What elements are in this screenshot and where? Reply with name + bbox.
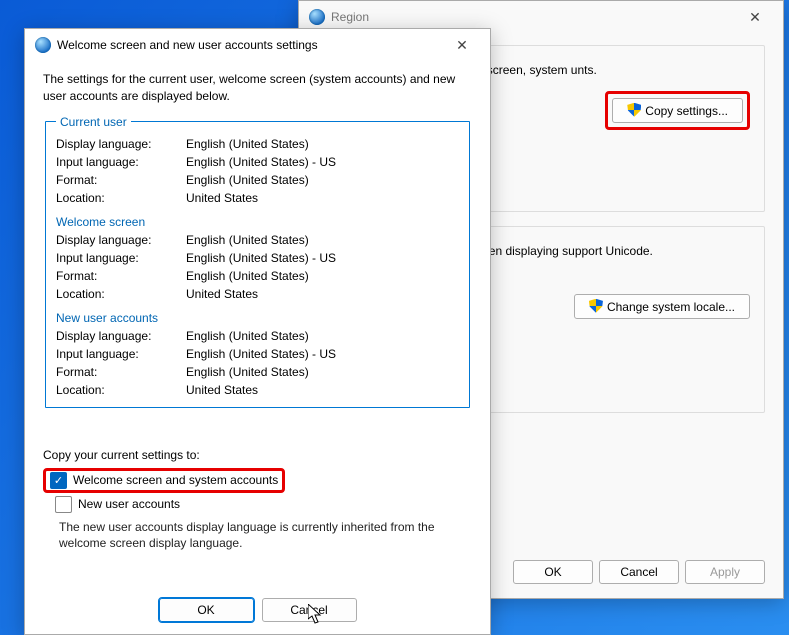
label-input-language: Input language: xyxy=(56,345,186,363)
change-system-locale-button[interactable]: Change system locale... xyxy=(574,294,750,319)
settings-body: The settings for the current user, welco… xyxy=(25,61,490,552)
label-format: Format: xyxy=(56,363,186,381)
label-display-language: Display language: xyxy=(56,327,186,345)
change-locale-label: Change system locale... xyxy=(607,300,735,314)
settings-ok-button[interactable]: OK xyxy=(159,598,254,622)
label-location: Location: xyxy=(56,381,186,399)
checkbox-new-user-accounts[interactable] xyxy=(55,496,72,513)
current-display-language: English (United States) xyxy=(186,135,459,153)
globe-icon xyxy=(35,37,51,53)
label-display-language: Display language: xyxy=(56,135,186,153)
current-input-language: English (United States) - US xyxy=(186,153,459,171)
label-format: Format: xyxy=(56,171,186,189)
inheritance-note: The new user accounts display language i… xyxy=(59,519,472,553)
label-format: Format: xyxy=(56,267,186,285)
current-location: United States xyxy=(186,189,459,207)
settings-cancel-button[interactable]: Cancel xyxy=(262,598,357,622)
label-location: Location: xyxy=(56,189,186,207)
current-format: English (United States) xyxy=(186,171,459,189)
welcome-format: English (United States) xyxy=(186,267,459,285)
globe-icon xyxy=(309,9,325,25)
settings-fieldset: Current user Display language:English (U… xyxy=(45,115,470,408)
copy-settings-label: Copy settings... xyxy=(645,104,728,118)
settings-footer: OK Cancel xyxy=(25,598,490,622)
newuser-table: Display language:English (United States)… xyxy=(56,327,459,399)
checkbox-welcome-label: Welcome screen and system accounts xyxy=(73,473,278,487)
section-newuser-head: New user accounts xyxy=(56,311,459,325)
checkbox-welcome-screen[interactable]: ✓ xyxy=(50,472,67,489)
settings-title: Welcome screen and new user accounts set… xyxy=(57,38,442,52)
close-icon[interactable]: ✕ xyxy=(735,3,775,31)
newuser-input-language: English (United States) - US xyxy=(186,345,459,363)
newuser-display-language: English (United States) xyxy=(186,327,459,345)
region-cancel-button[interactable]: Cancel xyxy=(599,560,679,584)
newuser-format: English (United States) xyxy=(186,363,459,381)
newuser-location: United States xyxy=(186,381,459,399)
settings-intro: The settings for the current user, welco… xyxy=(43,71,472,105)
label-input-language: Input language: xyxy=(56,249,186,267)
settings-window: Welcome screen and new user accounts set… xyxy=(24,28,491,635)
checkbox-newuser-label: New user accounts xyxy=(78,497,180,511)
highlight-check1: ✓ Welcome screen and system accounts xyxy=(43,468,285,493)
copy-settings-label: Copy your current settings to: xyxy=(43,448,472,462)
copy-settings-button[interactable]: Copy settings... xyxy=(612,98,743,123)
label-location: Location: xyxy=(56,285,186,303)
welcome-input-language: English (United States) - US xyxy=(186,249,459,267)
check-row-newuser: New user accounts xyxy=(55,496,472,513)
region-footer: OK Cancel Apply xyxy=(513,560,765,584)
label-display-language: Display language: xyxy=(56,231,186,249)
highlight-copy-settings: Copy settings... xyxy=(605,91,750,130)
region-ok-button[interactable]: OK xyxy=(513,560,593,584)
settings-titlebar: Welcome screen and new user accounts set… xyxy=(25,29,490,61)
current-user-table: Display language:English (United States)… xyxy=(56,135,459,207)
welcome-display-language: English (United States) xyxy=(186,231,459,249)
close-icon[interactable]: ✕ xyxy=(442,31,482,59)
shield-icon xyxy=(627,103,641,117)
section-welcome-head: Welcome screen xyxy=(56,215,459,229)
welcome-location: United States xyxy=(186,285,459,303)
region-apply-button[interactable]: Apply xyxy=(685,560,765,584)
shield-icon xyxy=(589,299,603,313)
section-current-head: Current user xyxy=(56,115,131,129)
region-title: Region xyxy=(331,10,735,24)
label-input-language: Input language: xyxy=(56,153,186,171)
welcome-table: Display language:English (United States)… xyxy=(56,231,459,303)
